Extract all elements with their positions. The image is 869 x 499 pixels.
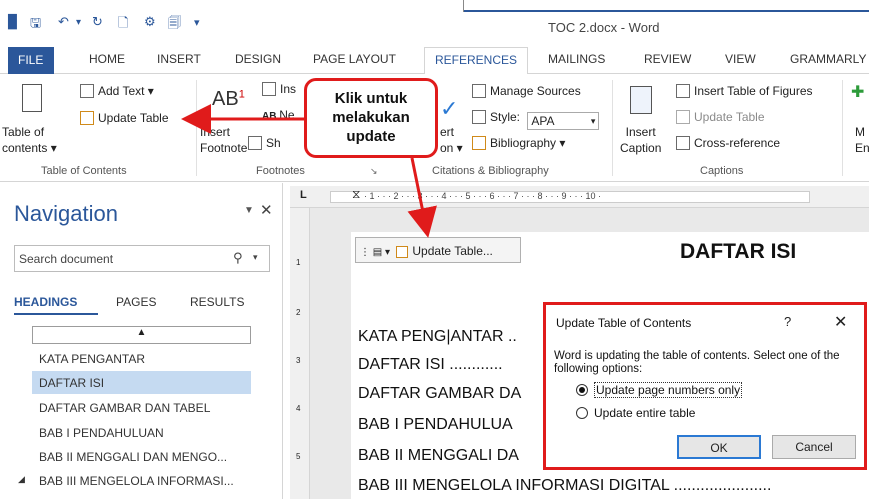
callout-arrows	[181, 104, 437, 238]
arrow-to-toc-control	[407, 157, 437, 238]
